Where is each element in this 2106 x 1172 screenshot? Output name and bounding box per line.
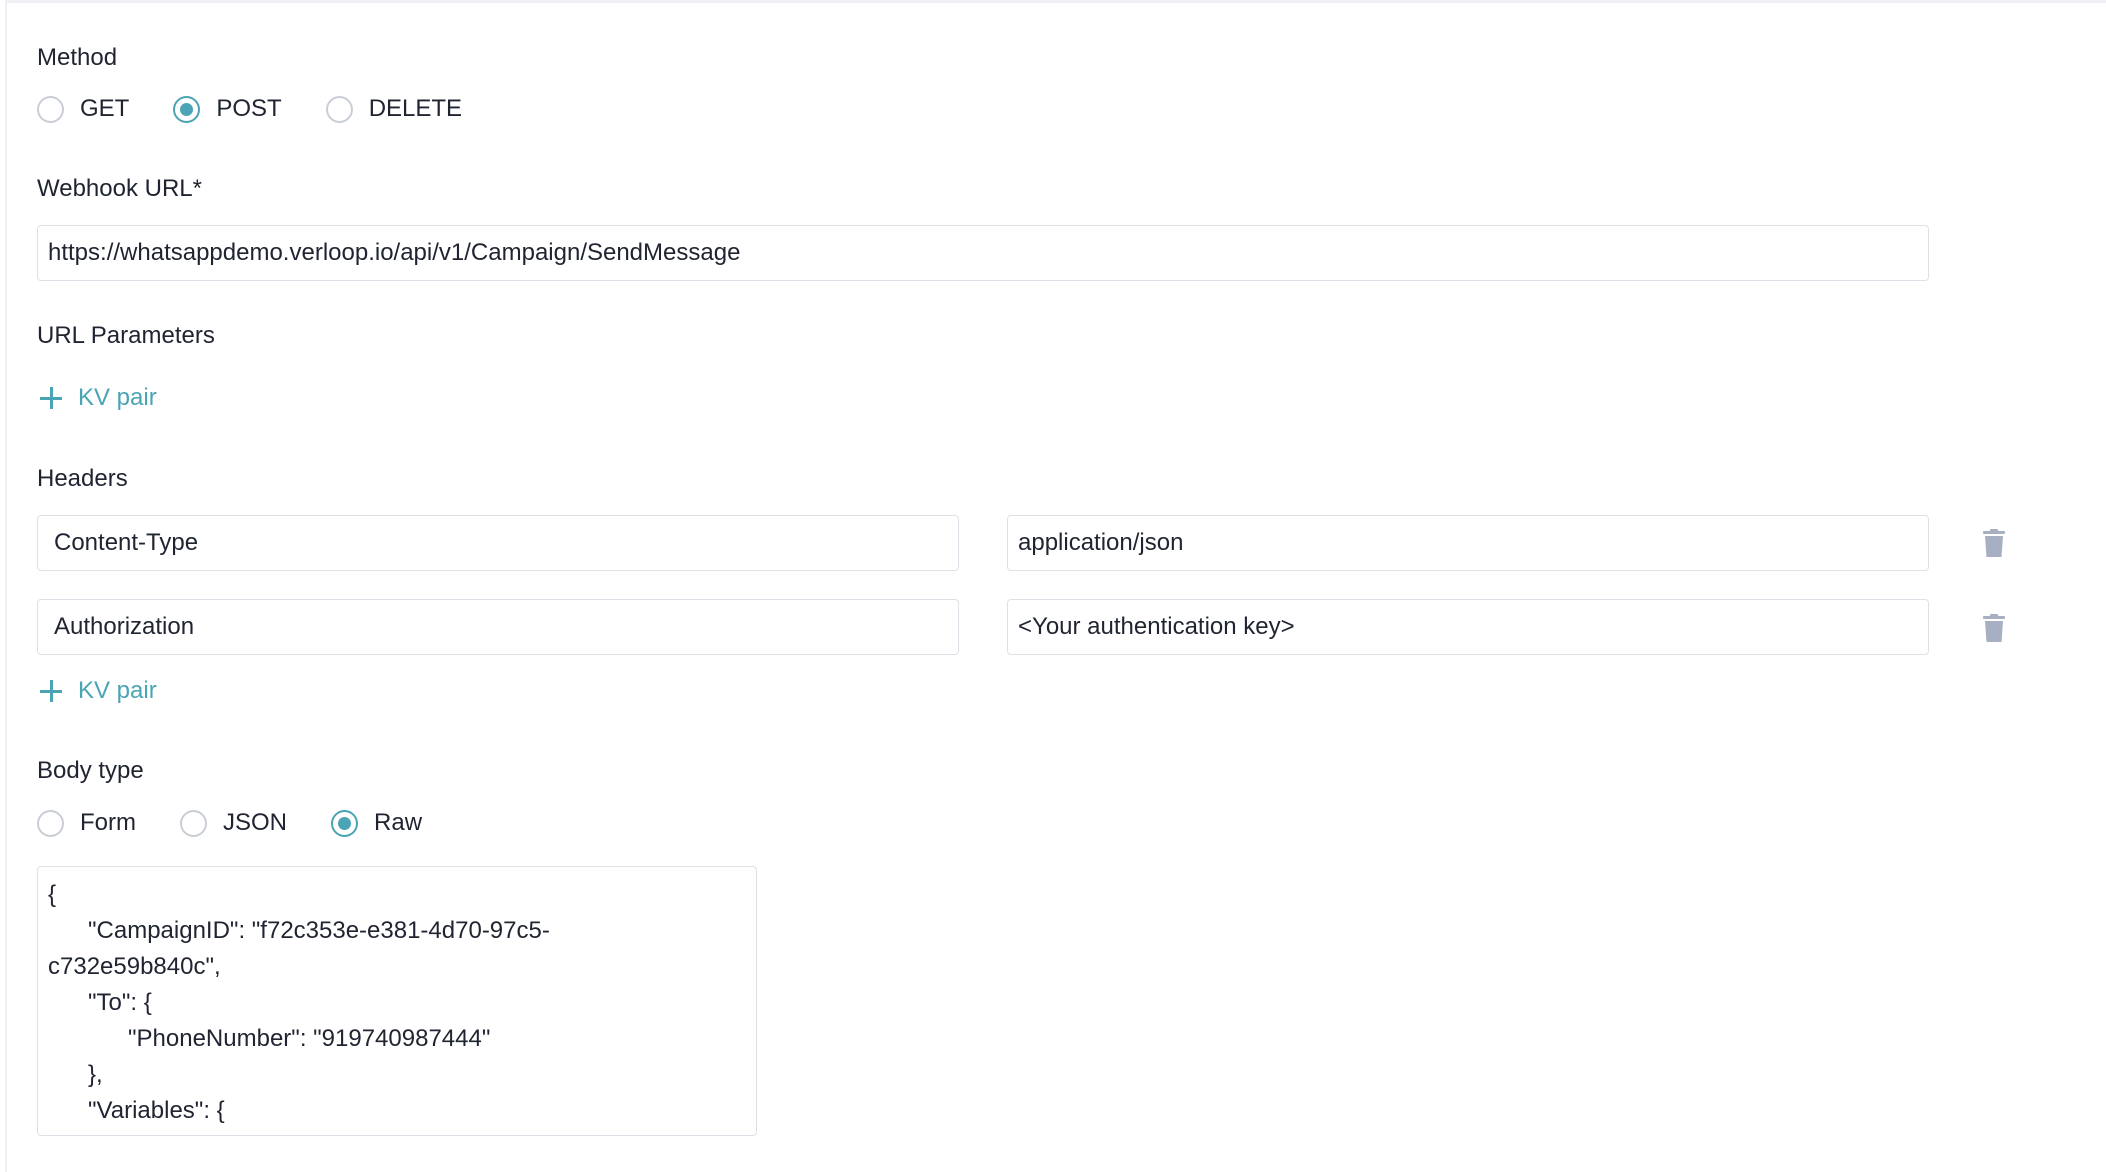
- method-option-delete[interactable]: DELETE: [325, 95, 463, 123]
- webhook-url-input[interactable]: https://whatsappdemo.verloop.io/api/v1/C…: [37, 225, 1929, 281]
- body-code-line: },: [48, 1061, 103, 1088]
- plus-icon: [40, 680, 62, 702]
- body-code-line: "CampaignID": "f72c353e-e381-4d70-97c5-: [48, 917, 550, 944]
- body-raw-textarea[interactable]: { "CampaignID": "f72c353e-e381-4d70-97c5…: [37, 866, 757, 1136]
- method-post-radio[interactable]: [173, 95, 201, 123]
- body-type-label: Body type: [37, 757, 144, 784]
- header-value-input[interactable]: application/json: [1007, 515, 1929, 571]
- headers-add-kv-button[interactable]: KV pair: [40, 677, 157, 705]
- body-code-line: c732e59b840c",: [48, 953, 221, 980]
- body-code-line: "PhoneNumber": "919740987444": [48, 1025, 491, 1052]
- url-params-add-kv-button[interactable]: KV pair: [40, 384, 157, 412]
- body-type-option-raw[interactable]: Raw: [331, 809, 422, 837]
- url-params-add-kv-label: KV pair: [78, 384, 157, 411]
- body-type-option-form[interactable]: Form: [37, 809, 136, 837]
- body-json-label: JSON: [223, 809, 288, 836]
- body-code-line: "Variables": {: [48, 1097, 225, 1124]
- header-key-input[interactable]: Content-Type: [37, 515, 959, 571]
- method-get-radio[interactable]: [37, 95, 64, 123]
- webhook-url-label: Webhook URL*: [37, 175, 202, 202]
- body-type-option-json[interactable]: JSON: [180, 809, 287, 837]
- method-option-post[interactable]: POST: [173, 95, 282, 123]
- method-label: Method: [37, 44, 118, 71]
- headers-add-kv-label: KV pair: [78, 677, 157, 704]
- trash-icon[interactable]: [1983, 614, 2005, 642]
- body-raw-label: Raw: [374, 809, 423, 836]
- trash-icon[interactable]: [1983, 529, 2005, 557]
- method-get-label: GET: [80, 95, 130, 122]
- body-form-radio[interactable]: [37, 809, 64, 837]
- method-post-label: POST: [216, 95, 282, 122]
- body-code-line: "To": {: [48, 989, 152, 1016]
- plus-icon: [40, 387, 62, 409]
- method-option-get[interactable]: GET: [37, 95, 129, 123]
- url-parameters-label: URL Parameters: [37, 322, 215, 349]
- body-raw-radio[interactable]: [331, 809, 359, 837]
- body-json-radio[interactable]: [180, 809, 207, 837]
- header-value-input[interactable]: <Your authentication key>: [1007, 599, 1929, 655]
- method-radio-group: GET POST DELETE: [37, 95, 506, 123]
- method-delete-label: DELETE: [368, 95, 463, 122]
- headers-label: Headers: [37, 465, 128, 492]
- body-type-radio-group: Form JSON Raw: [37, 809, 466, 837]
- body-code-line: {: [48, 881, 57, 908]
- header-key-input[interactable]: Authorization: [37, 599, 959, 655]
- body-form-label: Form: [80, 809, 136, 836]
- method-delete-radio[interactable]: [325, 95, 353, 123]
